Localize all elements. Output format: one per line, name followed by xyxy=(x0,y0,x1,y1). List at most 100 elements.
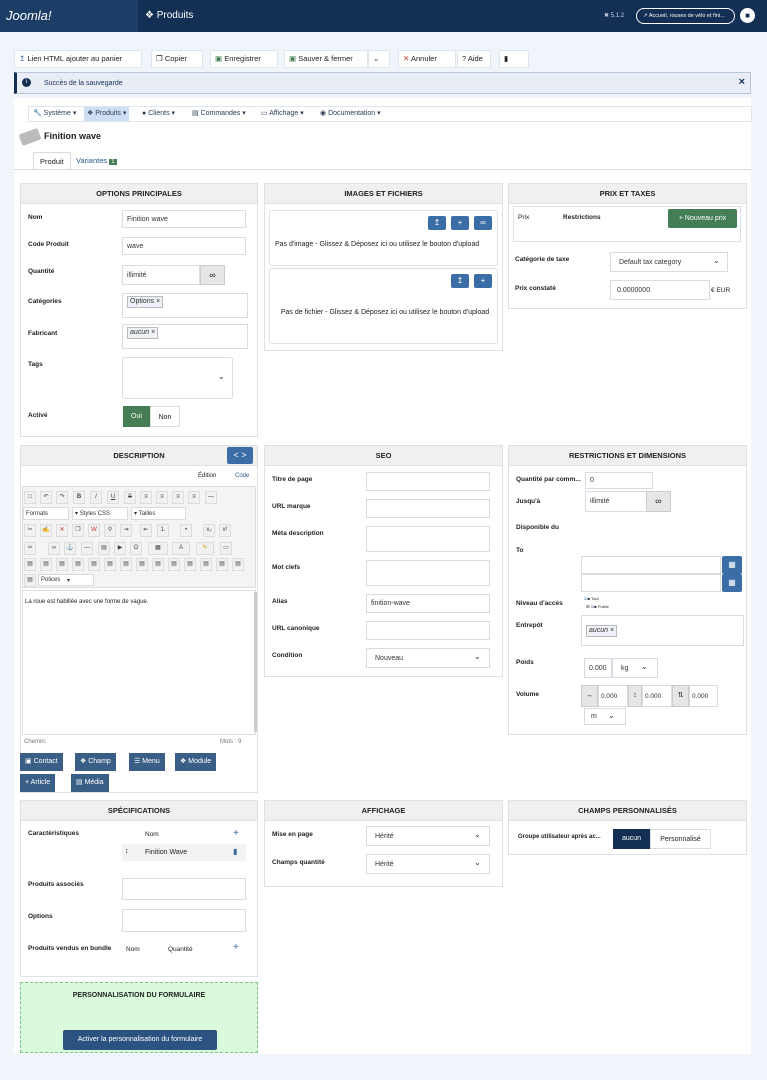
code-tab[interactable]: Code xyxy=(235,473,249,479)
module-button[interactable]: ❖ Module xyxy=(175,753,217,771)
layer9-icon[interactable]: ▤ xyxy=(168,558,180,571)
tags-select[interactable] xyxy=(122,357,233,399)
date-end-input[interactable] xyxy=(581,574,721,592)
code-toggle-icon[interactable]: < > xyxy=(227,447,253,464)
save-close-button[interactable]: ▣ Sauver & fermer xyxy=(284,50,368,68)
editor-scrollbar[interactable] xyxy=(254,592,257,732)
paste-icon[interactable]: ✍ xyxy=(40,524,52,537)
tax-category-select[interactable]: Default tax category xyxy=(610,252,728,272)
keywords-input[interactable] xyxy=(366,560,490,586)
calendar-icon[interactable]: ▦ xyxy=(722,556,742,574)
bg-color-icon[interactable]: ✎ xyxy=(196,542,214,555)
add-bundle-icon[interactable]: + xyxy=(233,942,239,953)
fullscreen-icon[interactable]: ▭ xyxy=(220,542,232,555)
quantity-field-select[interactable]: Hérité xyxy=(366,854,490,874)
trash-icon[interactable]: ▮ xyxy=(233,847,237,856)
undo-icon[interactable]: ↶ xyxy=(40,491,52,504)
alias-input[interactable]: finition-wave xyxy=(366,594,490,613)
superscript-icon[interactable]: x² xyxy=(219,524,231,537)
hr2-icon[interactable]: — xyxy=(81,542,93,555)
align-center-icon[interactable]: ≡ xyxy=(156,491,168,504)
align-right-icon[interactable]: ≡ xyxy=(172,491,184,504)
edition-tab[interactable]: Édition xyxy=(198,473,216,479)
add-file-icon[interactable]: + xyxy=(474,274,492,288)
new-price-button[interactable]: + Nouveau prix xyxy=(668,209,737,228)
paste-word-icon[interactable]: W xyxy=(88,524,100,537)
site-link-button[interactable]: ↗ Accueil, rouses de vélo et fini... xyxy=(636,8,735,24)
manufacturer-chip[interactable]: aucun × xyxy=(127,327,159,339)
brand-url-input[interactable] xyxy=(366,499,490,518)
layer12-icon[interactable]: ▤ xyxy=(216,558,228,571)
font-icon[interactable]: ▤ xyxy=(24,574,36,587)
menu-products[interactable]: ❖ Produits ▾ xyxy=(84,107,130,121)
upload-image-icon[interactable]: ↥ xyxy=(428,216,446,230)
layer7-icon[interactable]: ▤ xyxy=(136,558,148,571)
redo-icon[interactable]: ↷ xyxy=(56,491,68,504)
new-doc-icon[interactable]: □ xyxy=(24,491,36,504)
active-yes-button[interactable]: Oui xyxy=(123,406,150,427)
enable-form-customization-button[interactable]: Activer la personnalisation du formulair… xyxy=(63,1030,217,1050)
layer10-icon[interactable]: ▤ xyxy=(184,558,196,571)
media-button[interactable]: ▤ Média xyxy=(71,774,109,792)
article-button[interactable]: + Article xyxy=(20,774,56,792)
cut-icon[interactable]: ✂ xyxy=(24,524,36,537)
fonts-select[interactable]: Polices ▾ xyxy=(38,574,94,586)
link-image-icon[interactable]: ∞ xyxy=(474,216,492,230)
save-dropdown-button[interactable]: ⌄ xyxy=(368,50,390,68)
bullet-list-icon[interactable]: • xyxy=(180,524,192,537)
media-icon[interactable]: ▶ xyxy=(114,542,126,555)
layer8-icon[interactable]: ▤ xyxy=(152,558,164,571)
manufacturer-input[interactable]: aucun × xyxy=(122,324,248,349)
text-color-icon[interactable]: A xyxy=(172,542,190,555)
menu-documentation[interactable]: ◉ Documentation ▾ xyxy=(317,107,384,121)
access-tree[interactable]: ☑■ Tout ⊞ ☑■ Public xyxy=(584,595,609,611)
add-image-icon[interactable]: + xyxy=(451,216,469,230)
list-price-input[interactable]: 0.0000000 xyxy=(610,280,710,300)
active-no-button[interactable]: Non xyxy=(150,406,180,427)
table-icon[interactable]: ▦ xyxy=(148,542,168,555)
contact-button[interactable]: ▣ Contact xyxy=(20,753,63,771)
layout-select[interactable]: Hérité xyxy=(366,826,490,846)
formats-select[interactable]: Formats xyxy=(23,507,69,520)
indent-icon[interactable]: ⇥ xyxy=(120,524,132,537)
italic-icon[interactable]: I xyxy=(90,491,102,504)
special-char-icon[interactable]: Ω xyxy=(130,542,142,555)
categories-input[interactable]: Options × xyxy=(122,293,248,318)
product-code-input[interactable]: wave xyxy=(122,237,246,255)
unlink-icon[interactable]: ⚰ xyxy=(24,542,36,555)
tab-variants[interactable]: Variantes 1 xyxy=(70,152,123,170)
up-to-input[interactable]: illimité xyxy=(585,491,647,512)
category-chip[interactable]: Options × xyxy=(127,296,164,308)
link-icon[interactable]: ∞ xyxy=(48,542,60,555)
volume-unit-select[interactable]: m xyxy=(584,708,626,725)
close-alert-icon[interactable]: × xyxy=(739,76,745,88)
layer3-icon[interactable]: ▤ xyxy=(72,558,84,571)
subscript-icon[interactable]: x₂ xyxy=(203,524,215,537)
layer2-icon[interactable]: ▤ xyxy=(56,558,68,571)
sizes-select[interactable]: ▾ Tailles xyxy=(131,507,186,520)
help-button[interactable]: ? Aide xyxy=(457,50,491,68)
remove-format-icon[interactable]: ✕ xyxy=(56,524,68,537)
editor-content[interactable]: La roue est habillée avec une forme de v… xyxy=(22,590,256,735)
numbered-list-icon[interactable]: 1. xyxy=(157,524,169,537)
joomla-logo[interactable]: Joomla! xyxy=(0,0,138,32)
infinity-button[interactable]: ∞ xyxy=(646,491,671,512)
qty-per-order-input[interactable]: 0 xyxy=(585,472,653,489)
group-custom-button[interactable]: Personnalisé xyxy=(650,829,711,849)
layer11-icon[interactable]: ▤ xyxy=(200,558,212,571)
menu-button[interactable]: ☰ Menu xyxy=(129,753,165,771)
menu-clients[interactable]: ● Clients ▾ xyxy=(139,107,178,121)
menu-orders[interactable]: ▤ Commandes ▾ xyxy=(189,107,249,121)
justify-icon[interactable]: ≡ xyxy=(188,491,200,504)
volume-height-input[interactable]: 0.000 xyxy=(689,685,718,707)
related-products-input[interactable] xyxy=(122,878,246,900)
layer-icon[interactable]: ▤ xyxy=(40,558,52,571)
drag-handle-icon[interactable]: ↕ xyxy=(125,848,129,855)
add-characteristic-icon[interactable]: + xyxy=(233,828,239,839)
quantity-input[interactable]: illimité xyxy=(122,265,200,285)
find-icon[interactable]: ⚲ xyxy=(104,524,116,537)
bold-icon[interactable]: B xyxy=(73,491,85,504)
infinity-button[interactable]: ∞ xyxy=(200,265,225,285)
layer5-icon[interactable]: ▤ xyxy=(104,558,116,571)
group-none-button[interactable]: aucun xyxy=(613,829,650,849)
